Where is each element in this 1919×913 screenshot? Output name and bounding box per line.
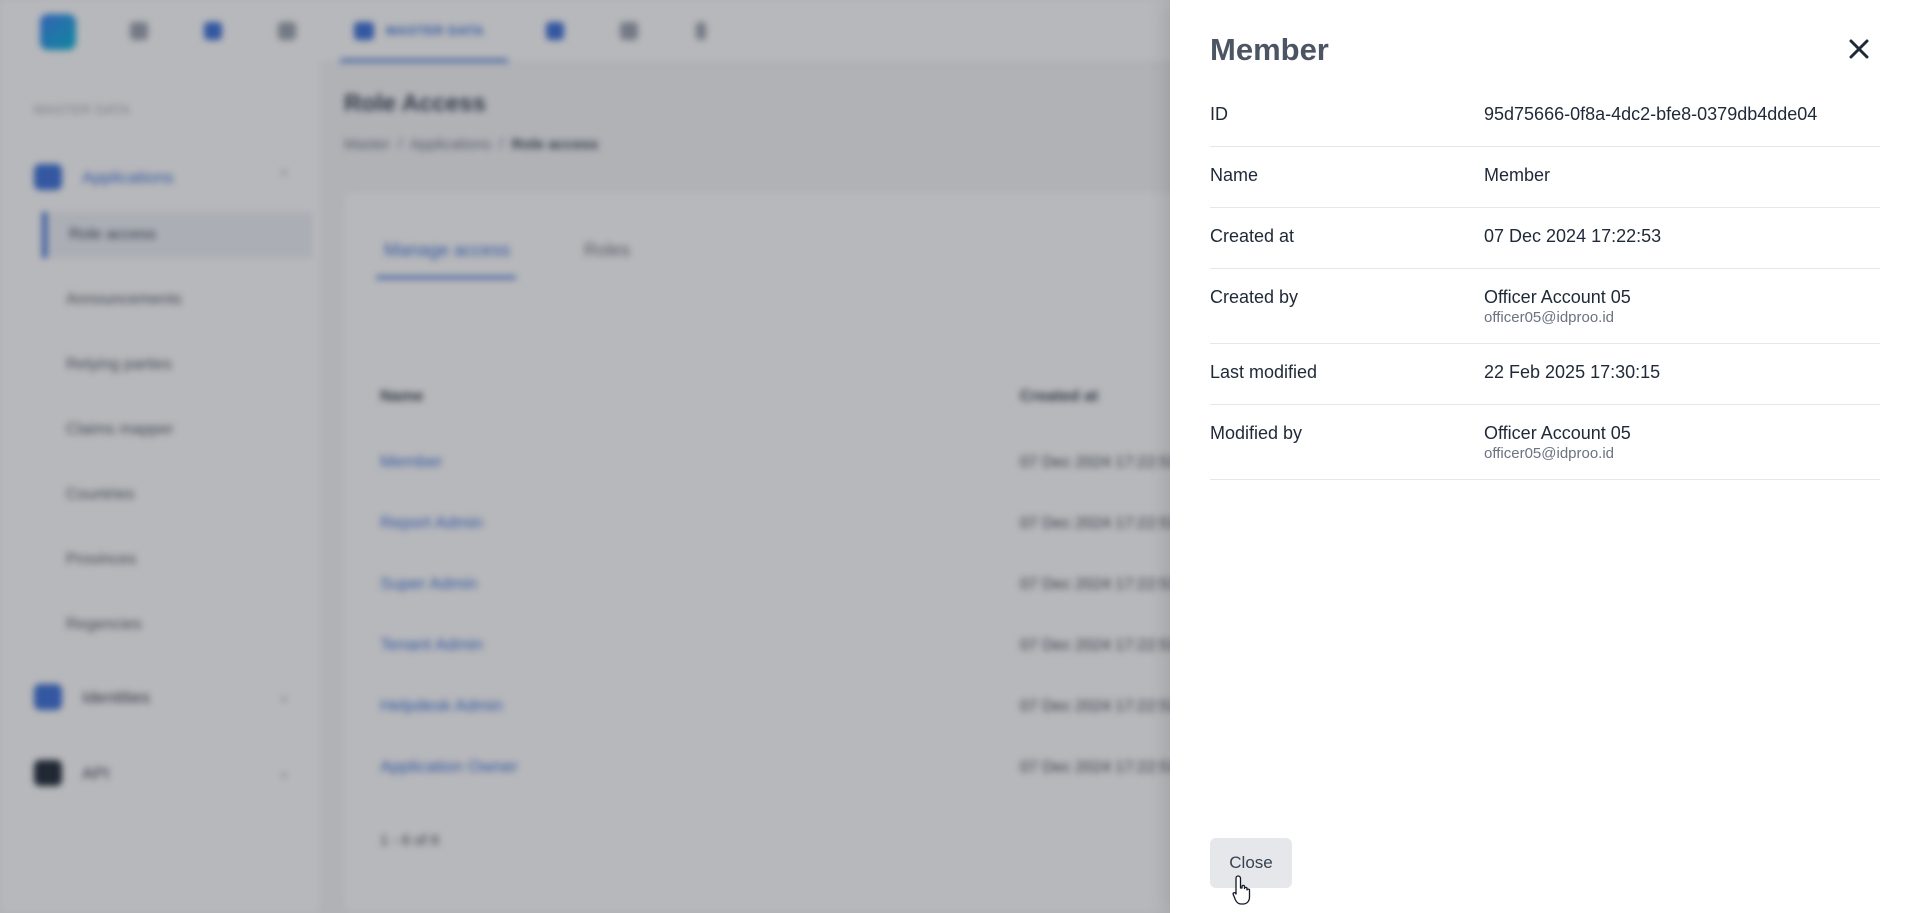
detail-label: Created by (1210, 287, 1299, 307)
detail-value: 07 Dec 2024 17:22:53 (1484, 226, 1662, 246)
hand-cursor-icon (1232, 875, 1251, 905)
detail-row-name: Name Member (1210, 147, 1880, 208)
detail-value: Officer Account 05 (1484, 423, 1631, 443)
detail-row-last-modified: Last modified 22 Feb 2025 17:30:15 (1210, 344, 1880, 405)
detail-value: Officer Account 05 (1484, 287, 1631, 307)
detail-row-id: ID 95d75666-0f8a-4dc2-bfe8-0379db4dde04 (1210, 86, 1880, 147)
detail-label: Created at (1210, 226, 1295, 246)
drawer-title: Member (1210, 32, 1329, 67)
detail-label: Name (1210, 165, 1259, 185)
close-icon[interactable] (1842, 32, 1876, 66)
detail-value: 22 Feb 2025 17:30:15 (1484, 362, 1661, 382)
detail-label: ID (1210, 104, 1228, 124)
detail-value: 95d75666-0f8a-4dc2-bfe8-0379db4dde04 (1484, 104, 1818, 124)
detail-list: ID 95d75666-0f8a-4dc2-bfe8-0379db4dde04 … (1210, 86, 1880, 480)
detail-label: Modified by (1210, 423, 1303, 443)
detail-row-modified-by: Modified by Officer Account 05 officer05… (1210, 405, 1880, 480)
detail-row-created-at: Created at 07 Dec 2024 17:22:53 (1210, 208, 1880, 269)
member-detail-drawer: Member ID 95d75666-0f8a-4dc2-bfe8-0379db… (1170, 0, 1919, 913)
detail-email: officer05@idproo.id (1484, 445, 1615, 462)
detail-label: Last modified (1210, 362, 1318, 382)
detail-row-created-by: Created by Officer Account 05 officer05@… (1210, 269, 1880, 344)
detail-value: Member (1484, 165, 1551, 185)
detail-email: officer05@idproo.id (1484, 309, 1615, 326)
